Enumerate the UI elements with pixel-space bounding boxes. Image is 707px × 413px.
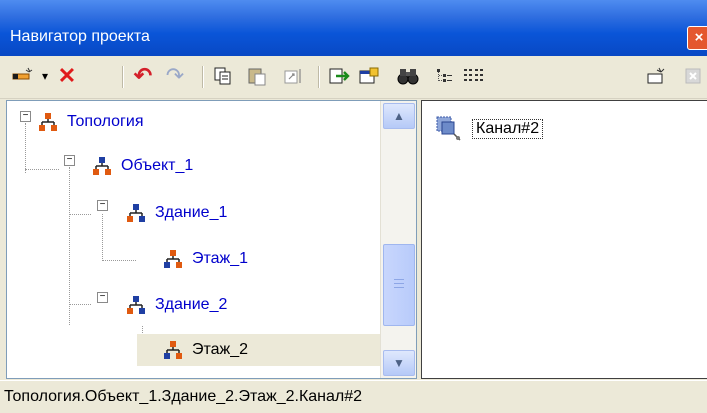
tree-node[interactable]: Объект_1 <box>91 153 195 179</box>
tree-line <box>25 123 26 173</box>
tree-node-label: Объект_1 <box>121 157 194 174</box>
scroll-thumb[interactable] <box>383 244 415 326</box>
chevron-down-icon: ▼ <box>393 356 405 370</box>
tree-node[interactable]: Этаж_1 <box>162 246 250 272</box>
disabled-close-button[interactable] <box>680 64 706 88</box>
status-path: Топология.Объект_1.Здание_2.Этаж_2.Канал… <box>4 388 363 405</box>
list-view-button[interactable] <box>460 64 486 88</box>
resize-button[interactable] <box>280 64 306 88</box>
title-bar[interactable]: Навигатор проекта × <box>0 0 707 56</box>
scroll-down-button[interactable]: ▼ <box>383 350 415 376</box>
properties-button[interactable] <box>356 64 382 88</box>
channel-icon <box>436 116 461 141</box>
expander-building-1[interactable]: − <box>97 200 108 211</box>
content-panel[interactable]: Канал#2 <box>421 100 707 379</box>
find-button[interactable] <box>394 64 422 88</box>
project-navigator-window: Навигатор проекта × ▾ ✕ ↶ ↷ − Топология … <box>0 0 707 413</box>
toolbar-separator <box>318 66 320 88</box>
channel-item-label: Канал#2 <box>472 119 544 139</box>
grip-line <box>394 287 404 288</box>
delete-button[interactable]: ✕ <box>54 63 80 88</box>
paste-icon <box>248 68 266 86</box>
tree-node[interactable]: Топология <box>37 109 145 135</box>
tree-line <box>69 214 91 215</box>
toolbar: ▾ ✕ ↶ ↷ <box>0 56 707 99</box>
tree-node-label: Здание_1 <box>155 204 228 221</box>
expander-object[interactable]: − <box>64 155 75 166</box>
tree-line <box>69 304 91 305</box>
redo-icon: ↷ <box>165 63 185 88</box>
import-button[interactable] <box>326 64 352 88</box>
window-title: Навигатор проекта <box>10 28 150 45</box>
toolbar-separator <box>122 66 124 88</box>
expander-glyph: − <box>22 110 29 121</box>
copy-button[interactable] <box>210 64 236 88</box>
tree-node-label: Топология <box>67 113 144 130</box>
wand-icon <box>647 67 665 84</box>
scroll-up-button[interactable]: ▲ <box>383 103 415 129</box>
new-element-button[interactable] <box>10 64 36 88</box>
vertical-scrollbar[interactable]: ▲ ▼ <box>380 101 416 378</box>
tree-view-icon <box>437 69 452 82</box>
tree-line <box>102 260 136 261</box>
status-bar: Топология.Объект_1.Здание_2.Этаж_2.Канал… <box>0 380 707 413</box>
chevron-down-icon: ▾ <box>41 69 49 83</box>
tree-node-selected[interactable]: Этаж_2 <box>162 337 250 363</box>
tree-line <box>69 167 70 325</box>
import-icon <box>329 68 350 84</box>
chevron-up-icon: ▲ <box>393 109 405 123</box>
resize-icon <box>284 69 301 84</box>
channel-item[interactable]: Канал#2 <box>434 114 544 144</box>
hierarchy-icon <box>164 341 182 359</box>
toolbar-separator <box>202 66 204 88</box>
tree-panel[interactable]: − Топология − Объект_1 − Здание_1 Этаж_1… <box>6 100 417 379</box>
list-view-icon <box>464 69 483 81</box>
grip-line <box>394 279 404 280</box>
paste-button[interactable] <box>244 64 270 88</box>
hierarchy-icon <box>39 113 57 131</box>
red-x-icon: ✕ <box>57 63 77 88</box>
undo-button[interactable]: ↶ <box>130 63 156 88</box>
expander-building-2[interactable]: − <box>97 292 108 303</box>
grip-line <box>394 283 404 284</box>
expander-toplogy[interactable]: − <box>20 111 31 122</box>
expander-glyph: − <box>66 154 73 165</box>
hierarchy-icon <box>127 204 145 222</box>
close-button[interactable]: × <box>687 26 707 50</box>
tree-node[interactable]: Здание_2 <box>125 292 229 318</box>
close-icon <box>685 68 701 84</box>
close-icon: × <box>694 29 704 46</box>
tree-node[interactable]: Здание_1 <box>125 200 229 226</box>
tree-node-label: Здание_2 <box>155 296 228 313</box>
expander-glyph: − <box>99 199 106 210</box>
copy-icon <box>214 67 231 85</box>
redo-button[interactable]: ↷ <box>162 63 188 88</box>
tree-line <box>25 169 59 170</box>
hierarchy-icon <box>164 250 182 268</box>
tree-node-label: Этаж_1 <box>192 250 249 267</box>
dropdown-button[interactable]: ▾ <box>38 64 52 88</box>
tree-node-label: Этаж_2 <box>192 341 249 358</box>
binoculars-icon <box>397 69 419 85</box>
undo-icon: ↶ <box>133 63 153 88</box>
hierarchy-icon <box>93 157 111 175</box>
tree-line <box>102 214 103 261</box>
wand-icon <box>12 67 33 80</box>
new-wand-button[interactable] <box>644 64 670 88</box>
properties-icon <box>359 67 379 84</box>
tree-view-button[interactable] <box>432 64 456 88</box>
expander-glyph: − <box>99 291 106 302</box>
hierarchy-icon <box>127 296 145 314</box>
